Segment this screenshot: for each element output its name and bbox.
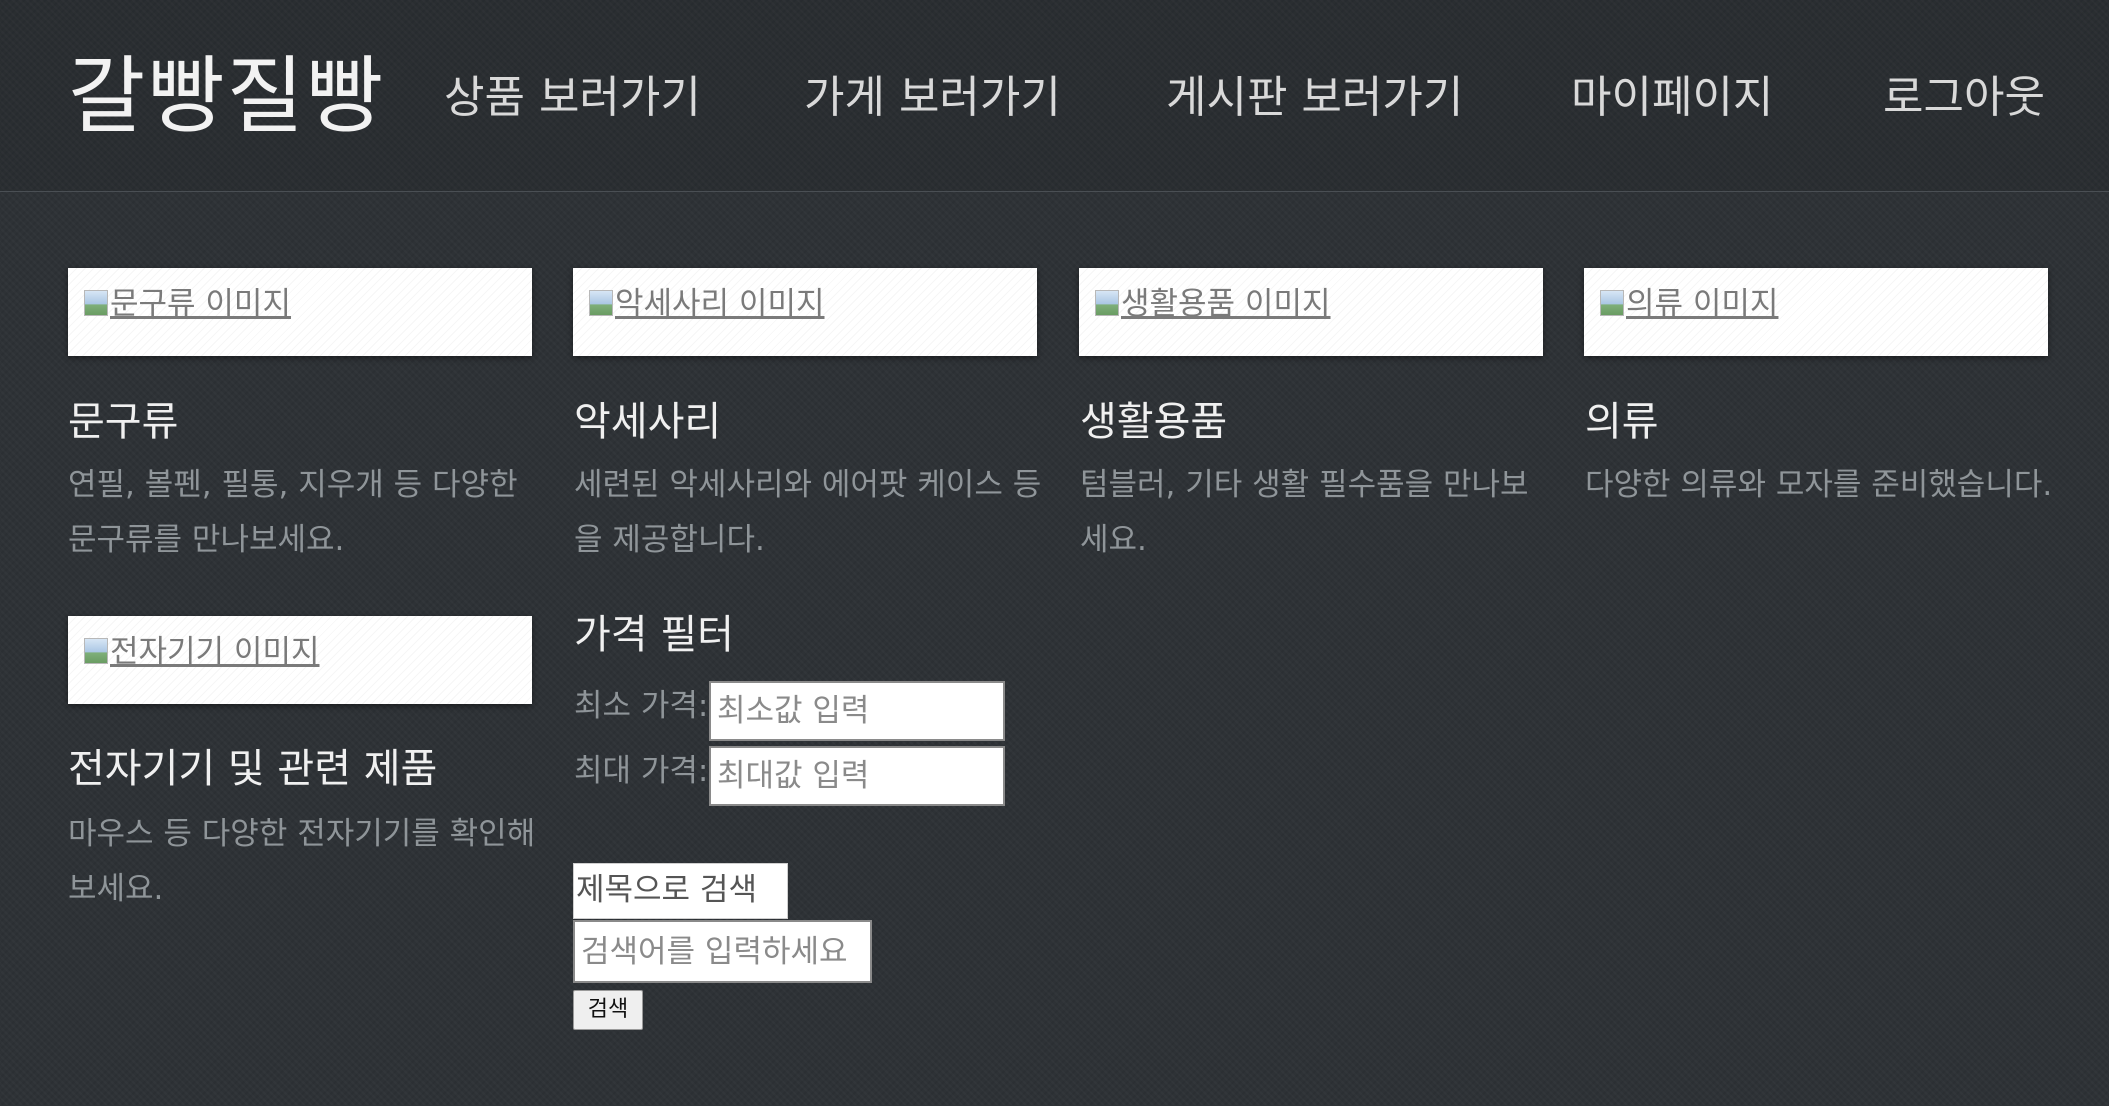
category-title-stationery: 문구류 bbox=[68, 399, 179, 445]
broken-image-icon bbox=[1095, 290, 1119, 316]
category-title-clothing: 의류 bbox=[1585, 399, 1659, 445]
search-button[interactable]: 검색 bbox=[573, 990, 643, 1030]
broken-image-alt[interactable]: 문구류 이미지 bbox=[84, 284, 291, 324]
max-price-label: 최대 가격: bbox=[574, 753, 709, 789]
category-desc-electronics: 마우스 등 다양한 전자기기를 확인해보세요. bbox=[68, 816, 536, 907]
image-alt-text: 의류 이미지 bbox=[1626, 286, 1779, 322]
broken-image-alt[interactable]: 의류 이미지 bbox=[1600, 284, 1778, 324]
search-input[interactable] bbox=[573, 920, 872, 983]
category-title-electronics: 전자기기 및 관련 제품 bbox=[68, 746, 438, 792]
category-desc-accessories: 세련된 악세사리와 에어팟 케이스 등을 제공합니다. bbox=[574, 467, 1042, 558]
nav-products[interactable]: 상품 보러가기 bbox=[444, 70, 701, 126]
nav-logout[interactable]: 로그아웃 bbox=[1883, 70, 2045, 126]
nav-stores[interactable]: 가게 보러가기 bbox=[804, 70, 1061, 126]
min-price-input[interactable] bbox=[709, 681, 1005, 741]
category-desc-clothing: 다양한 의류와 모자를 준비했습니다. bbox=[1585, 467, 2053, 503]
nav-board[interactable]: 게시판 보러가기 bbox=[1166, 70, 1463, 126]
broken-image-alt[interactable]: 악세사리 이미지 bbox=[589, 284, 825, 324]
broken-image-icon bbox=[84, 638, 108, 664]
image-alt-text: 악세사리 이미지 bbox=[615, 286, 825, 322]
broken-image-alt[interactable]: 생활용품 이미지 bbox=[1095, 284, 1331, 324]
price-filter-title: 가격 필터 bbox=[574, 612, 734, 658]
category-image-stationery[interactable]: 문구류 이미지 bbox=[68, 268, 532, 356]
search-type-select[interactable]: 제목으로 검색 bbox=[573, 863, 788, 919]
nav-mypage[interactable]: 마이페이지 bbox=[1571, 70, 1773, 126]
category-desc-household: 텀블러, 기타 생활 필수품을 만나보세요. bbox=[1080, 467, 1529, 558]
category-desc-stationery: 연필, 볼펜, 필통, 지우개 등 다양한 문구류를 만나보세요. bbox=[68, 467, 518, 558]
category-image-accessories[interactable]: 악세사리 이미지 bbox=[573, 268, 1037, 356]
image-alt-text: 전자기기 이미지 bbox=[110, 634, 320, 670]
category-image-electronics[interactable]: 전자기기 이미지 bbox=[68, 616, 532, 704]
image-alt-text: 생활용품 이미지 bbox=[1121, 286, 1331, 322]
category-title-household: 생활용품 bbox=[1080, 399, 1228, 445]
min-price-label: 최소 가격: bbox=[574, 688, 709, 724]
category-image-household[interactable]: 생활용품 이미지 bbox=[1079, 268, 1543, 356]
max-price-input[interactable] bbox=[709, 746, 1005, 806]
broken-image-alt[interactable]: 전자기기 이미지 bbox=[84, 632, 320, 672]
site-header: 갈빵질빵 상품 보러가기 가게 보러가기 게시판 보러가기 마이페이지 로그아웃 bbox=[0, 0, 2109, 192]
site-logo[interactable]: 갈빵질빵 bbox=[68, 46, 385, 146]
broken-image-icon bbox=[589, 290, 613, 316]
broken-image-icon bbox=[84, 290, 108, 316]
category-image-clothing[interactable]: 의류 이미지 bbox=[1584, 268, 2048, 356]
image-alt-text: 문구류 이미지 bbox=[110, 286, 291, 322]
category-title-accessories: 악세사리 bbox=[574, 399, 722, 445]
broken-image-icon bbox=[1600, 290, 1624, 316]
